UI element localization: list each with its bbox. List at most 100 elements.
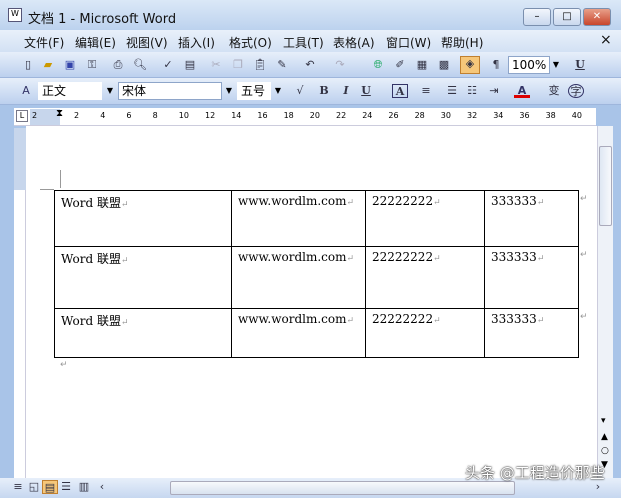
table-cell[interactable]: www.wordlm.com↵ bbox=[231, 246, 366, 309]
drawing-icon[interactable]: ◈ bbox=[460, 56, 480, 74]
watermark: 头条 @工程造价那些 bbox=[465, 464, 605, 482]
phonetic-guide-icon[interactable]: 变 bbox=[546, 84, 562, 98]
ruler-tick-label: 14 bbox=[231, 111, 242, 120]
cut-icon[interactable]: ✂ bbox=[208, 58, 224, 72]
vertical-scrollbar[interactable]: ▾ ▲ ○ ▼ bbox=[597, 126, 613, 478]
character-border-icon[interactable]: A bbox=[392, 84, 408, 98]
menu-format[interactable]: 格式(O) bbox=[229, 34, 272, 51]
tables-borders-icon[interactable]: ✐ bbox=[392, 58, 408, 72]
ruler-tick-label: 26 bbox=[388, 111, 399, 120]
ruler-tick-label: 22 bbox=[336, 111, 347, 120]
normal-view-icon[interactable]: ≡ bbox=[10, 480, 26, 494]
ruler-tick-label: 10 bbox=[178, 111, 189, 120]
ruler-tick-label: 2 bbox=[32, 111, 38, 120]
ruler-tick-label: 16 bbox=[257, 111, 268, 120]
show-hide-icon[interactable]: ¶ bbox=[488, 58, 504, 72]
bullets-icon[interactable]: ☷ bbox=[464, 84, 480, 98]
bold-button[interactable]: B bbox=[316, 84, 332, 98]
menu-tools[interactable]: 工具(T) bbox=[283, 34, 324, 51]
maximize-button[interactable]: □ bbox=[553, 8, 581, 26]
ruler-tick-label: 12 bbox=[205, 111, 216, 120]
outline-view-icon[interactable]: ☰ bbox=[58, 480, 74, 494]
indent-marker[interactable]: ⧗ bbox=[56, 108, 63, 119]
scroll-left-icon[interactable]: ‹ bbox=[94, 480, 110, 494]
table-cell[interactable]: www.wordlm.com↵ bbox=[231, 190, 366, 247]
browse-object-icon[interactable]: ○ bbox=[601, 446, 609, 456]
standard-toolbar: ▯ ▰ ▣ ⚿ ⎙ 🔍︎ ✓ ▤ ✂ ❐ 📋︎ ✎ ↶ ↷ 🌐︎ ✐ ▦ ▩ ◈… bbox=[0, 52, 621, 78]
horizontal-ruler[interactable]: L ⧗ 2 2 4 6 8 10 12 14 16 18 20 22 24 26 28 30 32 34 36 38 4… bbox=[14, 108, 596, 126]
table-row: Word 联盟↵ www.wordlm.com↵ 22222222↵ 33333… bbox=[54, 308, 579, 358]
new-icon[interactable]: ▯ bbox=[20, 58, 36, 72]
close-document-button[interactable]: × bbox=[600, 32, 612, 48]
font-size-combo[interactable]: 五号 bbox=[237, 82, 271, 100]
spelling-icon[interactable]: ✓ bbox=[160, 58, 176, 72]
zoom-combo[interactable]: 100% bbox=[508, 56, 550, 74]
menu-edit[interactable]: 编辑(E) bbox=[75, 34, 116, 51]
minimize-button[interactable]: – bbox=[523, 8, 551, 26]
open-icon[interactable]: ▰ bbox=[40, 58, 56, 72]
styles-icon[interactable]: A bbox=[18, 84, 34, 98]
undo-icon[interactable]: ↶ bbox=[302, 58, 318, 72]
save-icon[interactable]: ▣ bbox=[62, 58, 78, 72]
table-cell[interactable]: 22222222↵ bbox=[365, 246, 485, 309]
print-layout-icon[interactable]: ▤ bbox=[42, 480, 58, 494]
zoom-dropdown-icon[interactable]: ▼ bbox=[550, 56, 562, 74]
style-dropdown-icon[interactable]: ▼ bbox=[104, 82, 116, 100]
indent-icon[interactable]: ⇥ bbox=[486, 84, 502, 98]
table-cell[interactable]: 333333↵ bbox=[484, 308, 579, 358]
tab-selector[interactable]: L bbox=[16, 110, 28, 122]
hyperlink-icon[interactable]: 🌐︎ bbox=[370, 58, 386, 72]
font-dropdown-icon[interactable]: ▼ bbox=[223, 82, 235, 100]
margin-corner-mark bbox=[40, 189, 54, 190]
close-button[interactable]: ✕ bbox=[583, 8, 611, 26]
insert-table-icon[interactable]: ▦ bbox=[414, 58, 430, 72]
enclose-characters-icon[interactable]: 字 bbox=[568, 84, 584, 98]
menu-view[interactable]: 视图(V) bbox=[126, 34, 168, 51]
table-cell[interactable]: 22222222↵ bbox=[365, 308, 485, 358]
permission-icon[interactable]: ⚿ bbox=[84, 58, 100, 72]
scroll-thumb[interactable] bbox=[599, 146, 612, 226]
table-cell[interactable]: www.wordlm.com↵ bbox=[231, 308, 366, 358]
align-center-icon[interactable]: ≡ bbox=[418, 84, 434, 98]
ruler-tick-label: 18 bbox=[283, 111, 294, 120]
menu-insert[interactable]: 插入(I) bbox=[178, 34, 215, 51]
table-cell[interactable]: Word 联盟↵ bbox=[54, 308, 232, 358]
document-table: Word 联盟↵ www.wordlm.com↵ 22222222↵ 33333… bbox=[54, 190, 579, 358]
print-icon[interactable]: ⎙ bbox=[110, 58, 126, 72]
web-view-icon[interactable]: ◱ bbox=[26, 480, 42, 494]
insert-excel-icon[interactable]: ▩ bbox=[436, 58, 452, 72]
horizontal-scrollbar[interactable] bbox=[170, 481, 515, 495]
equation-icon[interactable]: √ bbox=[292, 84, 308, 98]
table-cell[interactable]: Word 联盟↵ bbox=[54, 190, 232, 247]
research-icon[interactable]: ▤ bbox=[182, 58, 198, 72]
scroll-down-icon[interactable]: ▾ bbox=[601, 416, 606, 426]
menu-help[interactable]: 帮助(H) bbox=[441, 34, 483, 51]
format-painter-icon[interactable]: ✎ bbox=[274, 58, 290, 72]
font-combo[interactable]: 宋体 bbox=[118, 82, 222, 100]
ruler-tick-label: 6 bbox=[126, 111, 132, 120]
copy-icon[interactable]: ❐ bbox=[230, 58, 246, 72]
numbering-icon[interactable]: ☰ bbox=[444, 84, 460, 98]
table-row: Word 联盟↵ www.wordlm.com↵ 22222222↵ 33333… bbox=[54, 190, 579, 247]
menu-window[interactable]: 窗口(W) bbox=[386, 34, 431, 51]
underline-format-button[interactable]: U bbox=[358, 84, 374, 98]
table-cell[interactable]: Word 联盟↵ bbox=[54, 246, 232, 309]
margin-corner-mark bbox=[60, 170, 61, 188]
print-preview-icon[interactable]: 🔍︎ bbox=[132, 58, 148, 72]
ruler-tick-label: 2 bbox=[74, 111, 80, 120]
style-combo[interactable]: 正文 bbox=[38, 82, 102, 100]
vertical-ruler[interactable] bbox=[14, 128, 26, 478]
italic-button[interactable]: I bbox=[338, 84, 354, 98]
menu-table[interactable]: 表格(A) bbox=[333, 34, 375, 51]
table-cell[interactable]: 22222222↵ bbox=[365, 190, 485, 247]
previous-page-icon[interactable]: ▲ bbox=[601, 432, 608, 442]
reading-view-icon[interactable]: ▥ bbox=[76, 480, 92, 494]
redo-icon[interactable]: ↷ bbox=[332, 58, 348, 72]
font-color-button[interactable]: A bbox=[514, 84, 530, 98]
paste-icon[interactable]: 📋︎ bbox=[252, 58, 268, 72]
table-cell[interactable]: 333333↵ bbox=[484, 190, 579, 247]
menu-file[interactable]: 文件(F) bbox=[24, 34, 64, 51]
underline-button[interactable]: U bbox=[572, 58, 588, 72]
table-cell[interactable]: 333333↵ bbox=[484, 246, 579, 309]
font-size-dropdown-icon[interactable]: ▼ bbox=[272, 82, 284, 100]
